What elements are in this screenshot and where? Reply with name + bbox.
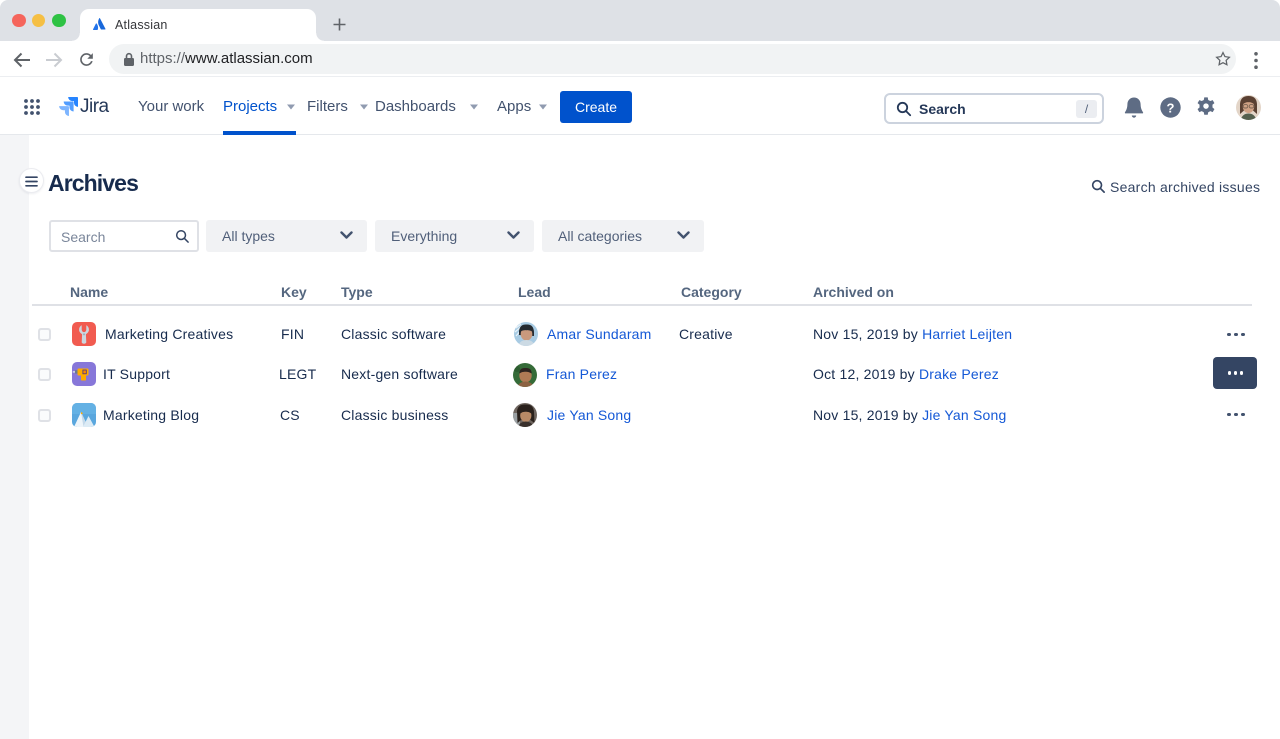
svg-text:?: ? (1167, 100, 1175, 115)
